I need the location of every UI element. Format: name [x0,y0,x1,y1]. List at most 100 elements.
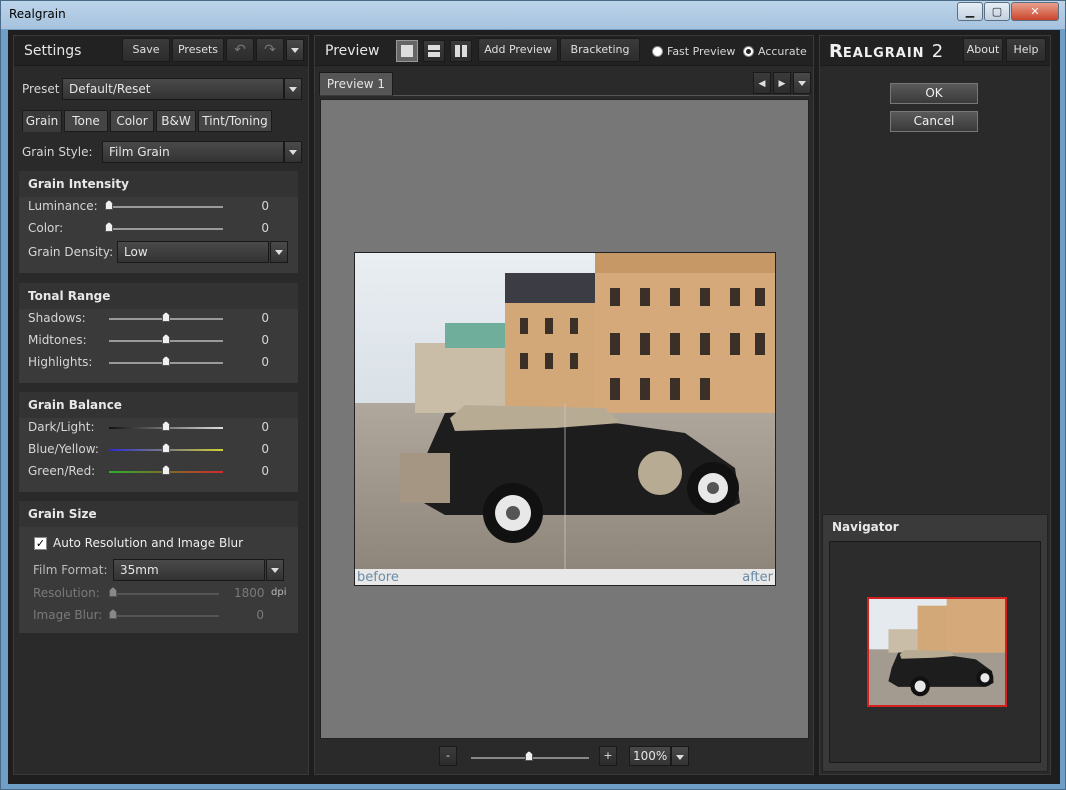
tab-prev-icon[interactable]: ◀ [753,72,771,94]
split-horizontal-icon[interactable] [423,40,445,62]
shadows-value: 0 [261,311,269,325]
settings-panel: Settings Save Presets ↶ ↷ Preset Default… [13,35,309,775]
resolution-unit: dpi [271,587,287,598]
tab-bw[interactable]: B&W [156,110,196,132]
undo-icon[interactable]: ↶ [226,38,254,62]
maximize-button[interactable]: ▢ [984,2,1010,21]
settings-title: Settings [24,43,82,59]
film-format-dropdown[interactable]: 35mm [113,559,265,581]
brand-logo: REALGRAIN 2 [829,41,944,62]
add-preview-button[interactable]: Add Preview [478,38,558,62]
tonal-range-title: Tonal Range [19,283,298,309]
blue-yellow-value: 0 [261,442,269,456]
resolution-value: 1800 [234,586,265,600]
bracketing-button[interactable]: Bracketing [560,38,640,62]
resolution-slider-handle[interactable] [109,587,117,597]
zoom-chevron-down-icon[interactable] [671,746,689,766]
cancel-button[interactable]: Cancel [890,111,978,132]
color-value: 0 [261,221,269,235]
zoom-out-button[interactable]: - [439,746,457,766]
redo-icon[interactable]: ↷ [256,38,284,62]
blue-yellow-label: Blue/Yellow: [28,442,99,456]
tab-preview-1[interactable]: Preview 1 [319,72,393,96]
fast-preview-radio[interactable] [652,46,663,57]
tab-tone[interactable]: Tone [64,110,108,132]
save-button[interactable]: Save [122,38,170,62]
grain-style-label: Grain Style: [22,145,93,159]
luminance-slider-handle[interactable] [105,200,113,210]
auto-resolution-label: Auto Resolution and Image Blur [53,536,244,550]
preview-tab-strip: Preview 1 ◀ ▶ [319,72,811,96]
preview-panel: Preview Add Preview Bracketing Fast Prev… [314,35,814,775]
tab-grain[interactable]: Grain [22,110,62,132]
accurate-radio[interactable] [743,46,754,57]
brand-header: REALGRAIN 2 About Help [820,36,1050,66]
navigator-view-rect[interactable] [867,597,1007,707]
dark-light-slider-handle[interactable] [162,421,170,431]
navigator-viewport[interactable] [829,541,1041,763]
image-blur-value: 0 [256,608,264,622]
resolution-label: Resolution: [33,586,100,600]
preset-chevron-down-icon[interactable] [284,78,302,100]
film-format-chevron-down-icon[interactable] [266,559,284,581]
midtones-label: Midtones: [28,333,87,347]
green-red-value: 0 [261,464,269,478]
luminance-label: Luminance: [28,199,98,213]
grain-density-dropdown[interactable]: Low [117,241,269,263]
preset-label: Preset [22,82,60,96]
navigator-title: Navigator [832,520,899,534]
app-window: Realgrain ▁ ▢ ✕ Settings Save Presets ↶ … [0,0,1066,790]
grain-density-label: Grain Density: [28,245,114,259]
grain-style-dropdown[interactable]: Film Grain [102,141,284,163]
highlights-slider-handle[interactable] [162,356,170,366]
grain-style-chevron-down-icon[interactable] [284,141,302,163]
resolution-slider[interactable] [113,593,219,595]
single-view-icon[interactable] [396,40,418,62]
image-blur-slider[interactable] [113,615,219,617]
settings-menu-chevron-icon[interactable] [286,39,304,61]
color-slider-handle[interactable] [105,222,113,232]
navigator-section: Navigator [822,514,1048,772]
presets-button[interactable]: Presets [172,38,224,62]
zoom-level-dropdown[interactable]: 100% [629,746,671,766]
midtones-value: 0 [261,333,269,347]
minimize-button[interactable]: ▁ [957,2,983,21]
help-button[interactable]: Help [1006,38,1046,62]
navigator-thumbnail [869,599,1005,705]
grain-balance-title: Grain Balance [19,392,298,418]
luminance-slider[interactable] [109,206,223,208]
midtones-slider-handle[interactable] [162,334,170,344]
tab-color[interactable]: Color [110,110,154,132]
film-format-label: Film Format: [33,563,108,577]
green-red-slider-handle[interactable] [162,465,170,475]
tab-list-chevron-down-icon[interactable] [793,72,811,94]
about-button[interactable]: About [963,38,1003,62]
blue-yellow-slider-handle[interactable] [162,443,170,453]
preview-photo [355,253,775,569]
close-button[interactable]: ✕ [1011,2,1059,21]
preview-title: Preview [325,43,380,59]
tonal-range-section: Tonal Range Shadows: 0 Midtones: 0 Highl… [18,282,299,384]
shadows-slider-handle[interactable] [162,312,170,322]
ok-button[interactable]: OK [890,83,978,104]
luminance-value: 0 [261,199,269,213]
auto-resolution-checkbox[interactable]: ✓ [34,537,47,550]
grain-intensity-title: Grain Intensity [19,171,298,197]
client-area: Settings Save Presets ↶ ↷ Preset Default… [8,30,1060,784]
after-label: after [742,570,773,585]
preview-header: Preview Add Preview Bracketing Fast Prev… [315,36,813,66]
color-slider[interactable] [109,228,223,230]
preview-image-frame: before after [354,252,776,586]
shadows-label: Shadows: [28,311,86,325]
split-vertical-icon[interactable] [450,40,472,62]
zoom-slider-handle[interactable] [525,751,533,761]
before-label: before [357,570,399,585]
preview-canvas[interactable]: before after [320,99,809,739]
zoom-in-button[interactable]: + [599,746,617,766]
image-blur-slider-handle[interactable] [109,609,117,619]
grain-density-chevron-down-icon[interactable] [270,241,288,263]
tab-next-icon[interactable]: ▶ [773,72,791,94]
tab-tint-toning[interactable]: Tint/Toning [198,110,272,132]
preset-dropdown[interactable]: Default/Reset [62,78,284,100]
right-panel: REALGRAIN 2 About Help OK Cancel Navigat… [819,35,1051,775]
